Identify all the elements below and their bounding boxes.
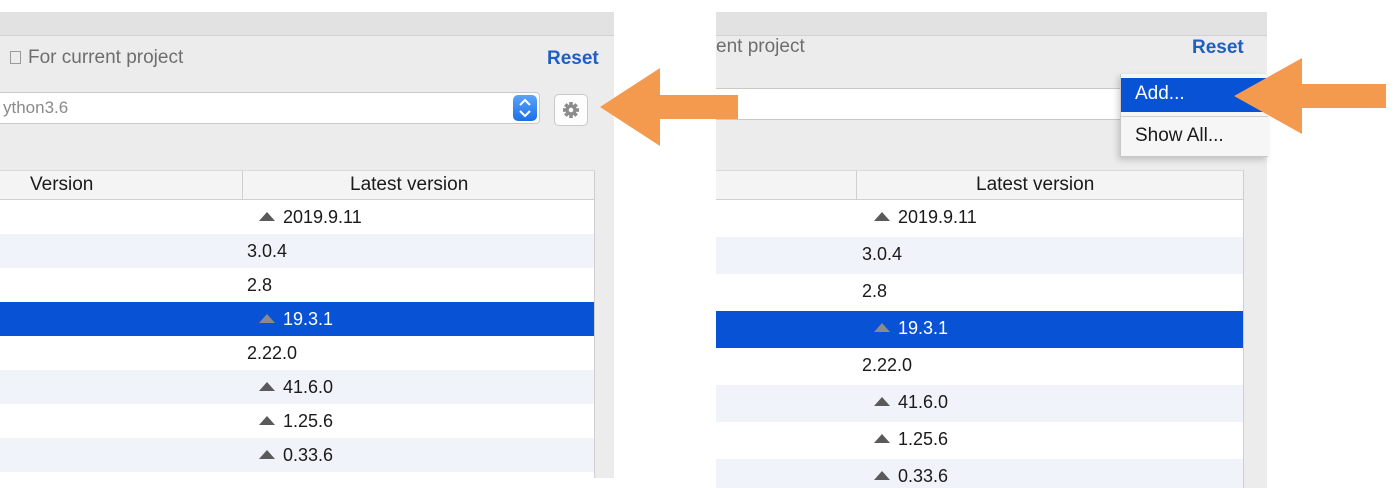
top-strip	[716, 12, 1267, 36]
latest-version-text: 19.3.1	[283, 309, 334, 329]
latest-version-text: 2.8	[862, 281, 888, 301]
gear-button[interactable]	[554, 94, 588, 126]
latest-version-text: 2019.9.11	[898, 207, 977, 227]
latest-version-cell: 2.22.0	[862, 355, 912, 376]
latest-version-cell: 41.6.0	[874, 392, 948, 413]
annotation-arrow-right	[1234, 58, 1386, 134]
upgrade-triangle-icon	[259, 416, 275, 425]
table-row[interactable]: 19.3.1	[0, 302, 594, 336]
packages-table: Version Latest version 2019.9.11 3.0.4 2.8…	[0, 170, 595, 478]
interpreter-select[interactable]: ython3.6	[0, 92, 540, 124]
table-row[interactable]: 41.6.0	[716, 385, 1243, 422]
table-row[interactable]: 2019.9.11	[716, 200, 1243, 237]
column-divider[interactable]	[856, 171, 857, 199]
table-row[interactable]: 1.25.6	[0, 404, 594, 438]
latest-version-text: 41.6.0	[898, 392, 949, 412]
latest-version-text: 2.8	[247, 275, 273, 295]
latest-version-cell: 0.33.6	[874, 466, 948, 487]
left-settings-panel: For current project Reset ython3.6 Versi…	[0, 12, 614, 478]
table-row[interactable]: 2.22.0	[716, 348, 1243, 385]
packages-table: Latest version 2019.9.11 3.0.4 2.8 19.3.1 2.…	[716, 170, 1244, 488]
top-strip	[0, 12, 614, 36]
latest-version-text: 0.33.6	[898, 466, 949, 486]
menu-item-show-all-label: Show All...	[1135, 125, 1224, 146]
column-divider[interactable]	[242, 171, 243, 199]
latest-version-cell: 2.8	[862, 281, 887, 302]
table-row[interactable]: 2.22.0	[0, 336, 594, 370]
latest-version-cell: 1.25.6	[874, 429, 948, 450]
interpreter-select[interactable]	[716, 88, 1132, 120]
project-icon	[10, 51, 21, 64]
table-row[interactable]: 41.6.0	[0, 370, 594, 404]
latest-version-cell: 1.25.6	[259, 411, 333, 432]
table-row[interactable]: 0.33.6	[716, 459, 1243, 488]
table-header: Version Latest version	[0, 170, 594, 200]
interpreter-value: ython3.6	[3, 98, 69, 117]
latest-version-cell: 19.3.1	[259, 309, 333, 330]
latest-version-cell: 2019.9.11	[259, 207, 362, 228]
latest-version-text: 41.6.0	[283, 377, 334, 397]
upgrade-triangle-icon	[259, 450, 275, 459]
upgrade-triangle-icon	[259, 212, 275, 221]
column-latest-version[interactable]: Latest version	[976, 174, 1094, 196]
reset-link[interactable]: Reset	[547, 48, 599, 70]
table-row[interactable]: 2019.9.11	[0, 200, 594, 234]
latest-version-text: 3.0.4	[862, 244, 903, 264]
latest-version-cell: 2019.9.11	[874, 207, 977, 228]
upgrade-triangle-icon	[259, 314, 275, 323]
upgrade-triangle-icon	[874, 434, 890, 443]
latest-version-text: 19.3.1	[898, 318, 949, 338]
latest-version-cell: 3.0.4	[862, 244, 902, 265]
latest-version-text: 1.25.6	[898, 429, 949, 449]
table-row[interactable]: 2.8	[0, 268, 594, 302]
latest-version-text: 1.25.6	[283, 411, 334, 431]
latest-version-cell: 2.22.0	[247, 343, 297, 364]
scope-label: ent project	[716, 36, 805, 57]
table-row[interactable]: 2.8	[716, 274, 1243, 311]
upgrade-triangle-icon	[874, 397, 890, 406]
latest-version-cell: 2.8	[247, 275, 272, 296]
upgrade-triangle-icon	[874, 323, 890, 332]
latest-version-cell: 19.3.1	[874, 318, 948, 339]
latest-version-text: 3.0.4	[247, 241, 288, 261]
table-row[interactable]: 1.25.6	[716, 422, 1243, 459]
stepper-icon[interactable]	[513, 95, 537, 121]
table-row[interactable]: 3.0.4	[716, 237, 1243, 274]
table-row[interactable]: 3.0.4	[0, 234, 594, 268]
upgrade-triangle-icon	[259, 382, 275, 391]
column-version[interactable]: Version	[30, 174, 93, 196]
scope-label: For current project	[28, 47, 184, 68]
upgrade-triangle-icon	[874, 212, 890, 221]
latest-version-cell: 41.6.0	[259, 377, 333, 398]
menu-item-add-label: Add...	[1135, 83, 1185, 104]
gear-icon	[563, 102, 579, 118]
table-row[interactable]: 0.33.6	[0, 438, 594, 472]
annotation-arrow-left	[600, 68, 738, 146]
table-header: Latest version	[716, 170, 1243, 200]
latest-version-cell: 3.0.4	[247, 241, 287, 262]
latest-version-text: 2.22.0	[862, 355, 913, 375]
column-latest-version[interactable]: Latest version	[350, 174, 468, 196]
table-row[interactable]: 19.3.1	[716, 311, 1243, 348]
latest-version-cell: 0.33.6	[259, 445, 333, 466]
latest-version-text: 0.33.6	[283, 445, 334, 465]
latest-version-text: 2.22.0	[247, 343, 298, 363]
upgrade-triangle-icon	[874, 471, 890, 480]
latest-version-text: 2019.9.11	[283, 207, 362, 227]
